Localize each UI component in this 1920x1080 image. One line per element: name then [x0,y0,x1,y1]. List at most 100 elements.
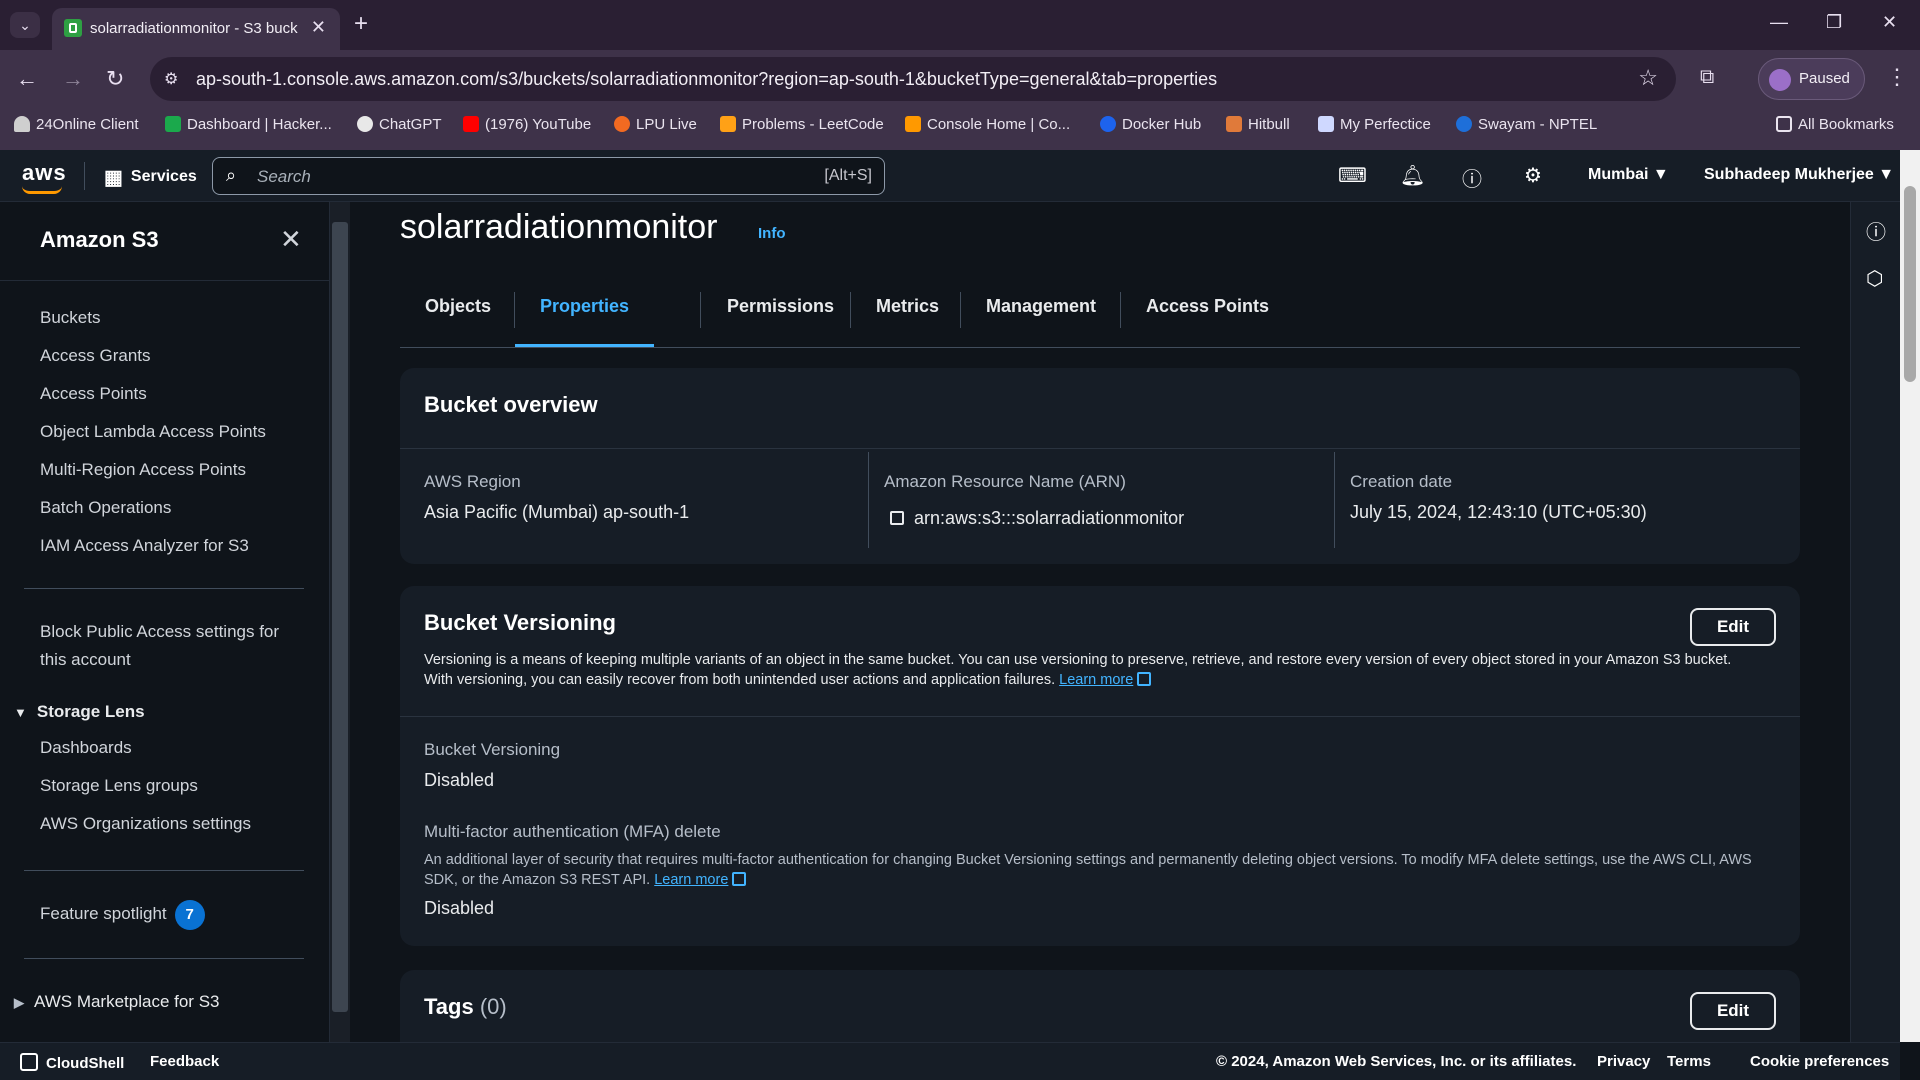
bookmark-star-icon[interactable]: ☆ [1638,65,1658,91]
region-selector[interactable]: Mumbai ▼ [1588,166,1669,184]
sidebar-item-access-grants[interactable]: Access Grants [40,342,151,370]
storage-lens-section[interactable]: ▼ Storage Lens [14,702,145,722]
extensions-puzzle-icon[interactable]: ⧉ [1700,66,1714,89]
bookmark-item[interactable]: Hitbull [1226,116,1290,142]
info-panel-icon[interactable]: ⓘ [1866,216,1886,245]
versioning-status-value: Disabled [424,770,495,790]
learn-more-link[interactable]: Learn more [654,872,728,888]
bookmark-item[interactable]: Dashboard | Hacker... [165,116,332,142]
browser-toolbar: ← → ↻ ⚙ ap-south-1.console.aws.amazon.co… [0,50,1920,108]
terms-link[interactable]: Terms [1667,1053,1711,1070]
tab-objects[interactable]: Objects [400,278,516,347]
nav-scrollbar[interactable] [330,202,350,1042]
bookmark-item[interactable]: Console Home | Co... [905,116,1070,142]
tools-rail: ⓘ ⬡ [1850,202,1900,1042]
tab-properties[interactable]: Properties [515,278,655,347]
tab-close-icon[interactable]: ✕ [311,17,326,38]
help-icon[interactable]: ⓘ [1462,163,1482,192]
new-tab-button[interactable]: + [354,10,368,38]
aws-logo[interactable]: aws [22,160,67,194]
cloudshell-icon[interactable]: ⌨ [1338,163,1367,188]
bookmark-item[interactable]: ChatGPT [357,116,442,142]
browser-menu-icon[interactable]: ⋮ [1886,64,1908,90]
feedback-link[interactable]: Feedback [150,1053,219,1070]
privacy-link[interactable]: Privacy [1597,1053,1650,1070]
caret-right-icon: ▶ [14,995,24,1010]
divider [24,870,304,871]
divider [400,448,1800,449]
forward-arrow-icon[interactable]: → [62,66,84,92]
learn-more-link[interactable]: Learn more [1059,672,1133,688]
marketplace-section[interactable]: ▶ AWS Marketplace for S3 [14,992,220,1012]
bookmark-item[interactable]: Docker Hub [1100,116,1201,142]
s3-favicon-icon [64,19,82,37]
bookmark-item[interactable]: 24Online Client [14,116,139,142]
reload-icon[interactable]: ↻ [106,66,124,92]
settings-gear-icon[interactable]: ⚙ [1524,163,1542,188]
tab-permissions[interactable]: Permissions [702,278,859,347]
versioning-status-label: Bucket Versioning [424,740,561,759]
tab-management[interactable]: Management [961,278,1121,347]
site-info-icon[interactable]: ⚙ [164,69,178,89]
cookie-preferences-link[interactable]: Cookie preferences [1750,1053,1889,1070]
sidebar-item-buckets[interactable]: Buckets [40,304,100,332]
mfa-delete-value: Disabled [424,898,495,918]
minimize-button[interactable]: — [1770,12,1788,33]
tab-metrics[interactable]: Metrics [851,278,964,347]
sidebar-item-access-points[interactable]: Access Points [40,380,147,408]
bookmark-item[interactable]: LPU Live [614,116,697,142]
grid-icon: ▦ [104,167,123,189]
window-close-button[interactable]: ✕ [1882,12,1897,33]
arn-value[interactable]: arn:aws:s3:::solarradiationmonitor [890,508,1184,529]
bucket-versioning-card: Bucket Versioning Edit Versioning is a m… [400,586,1800,946]
back-arrow-icon[interactable]: ← [16,66,38,92]
bookmark-item[interactable]: Problems - LeetCode [720,116,884,142]
bookmark-item[interactable]: My Perfectice [1318,116,1431,142]
restore-button[interactable]: ❐ [1826,12,1842,33]
folder-icon [1776,116,1792,132]
info-link[interactable]: Info [758,225,786,242]
sidebar-item-object-lambda[interactable]: Object Lambda Access Points [40,418,266,446]
bookmark-item[interactable]: Swayam - NPTEL [1456,116,1597,142]
sidebar-item-multi-region[interactable]: Multi-Region Access Points [40,456,246,484]
tab-search-button[interactable]: ⌄ [10,12,40,38]
notifications-bell-icon[interactable]: 🔔︎ [1400,163,1425,188]
bookmark-item[interactable]: (1976) YouTube [463,116,591,142]
profile-button[interactable]: Paused [1758,58,1865,100]
browser-tab-active[interactable]: solarradiationmonitor - S3 buck ✕ [52,8,340,50]
avatar [1769,69,1791,91]
cloudshell-link[interactable]: CloudShell [20,1053,124,1072]
sidebar-item-dashboards[interactable]: Dashboards [40,734,132,762]
sidebar-item-block-public-access[interactable]: Block Public Access settings for this acc… [40,618,279,674]
amazon-q-icon[interactable]: ⬡ [1866,266,1883,291]
divider [0,280,330,281]
scrollbar-thumb[interactable] [1904,186,1916,382]
tab-access-points[interactable]: Access Points [1121,278,1294,347]
edit-versioning-button[interactable]: Edit [1690,608,1776,646]
page-scrollbar[interactable] [1900,150,1920,1042]
caret-down-icon: ▼ [14,705,27,720]
scrollbar-thumb[interactable] [332,222,348,1012]
versioning-description: Versioning is a means of keeping multipl… [424,652,1732,688]
all-bookmarks-folder[interactable]: All Bookmarks [1776,116,1894,142]
sidebar-item-org-settings[interactable]: AWS Organizations settings [40,810,251,838]
services-menu-button[interactable]: ▦ Services [104,165,197,190]
edit-tags-button[interactable]: Edit [1690,992,1776,1030]
sidebar-item-iam-access-analyzer[interactable]: IAM Access Analyzer for S3 [40,532,249,560]
divider [24,958,304,959]
sidebar-item-batch-operations[interactable]: Batch Operations [40,494,171,522]
divider [700,292,701,328]
bookmarks-bar: 24Online Client Dashboard | Hacker... Ch… [0,108,1920,150]
main-content: solarradiationmonitor Info Objects Prope… [350,202,1850,1042]
mfa-description: An additional layer of security that req… [424,852,1752,888]
divider [868,452,869,548]
account-menu[interactable]: Subhadeep Mukherjee ▼ [1704,166,1894,184]
search-input[interactable]: ⌕ Search [Alt+S] [212,157,885,195]
sidebar-item-feature-spotlight[interactable]: Feature spotlight 7 [40,900,205,930]
sidebar-item-storage-lens-groups[interactable]: Storage Lens groups [40,772,198,800]
address-bar[interactable]: ⚙ ap-south-1.console.aws.amazon.com/s3/b… [150,57,1676,101]
url-text[interactable]: ap-south-1.console.aws.amazon.com/s3/buc… [196,69,1217,90]
bucket-tabs: Objects Properties Permissions Metrics M… [400,278,1800,348]
copyright: © 2024, Amazon Web Services, Inc. or its… [1216,1053,1577,1070]
close-icon[interactable]: ✕ [280,224,302,255]
